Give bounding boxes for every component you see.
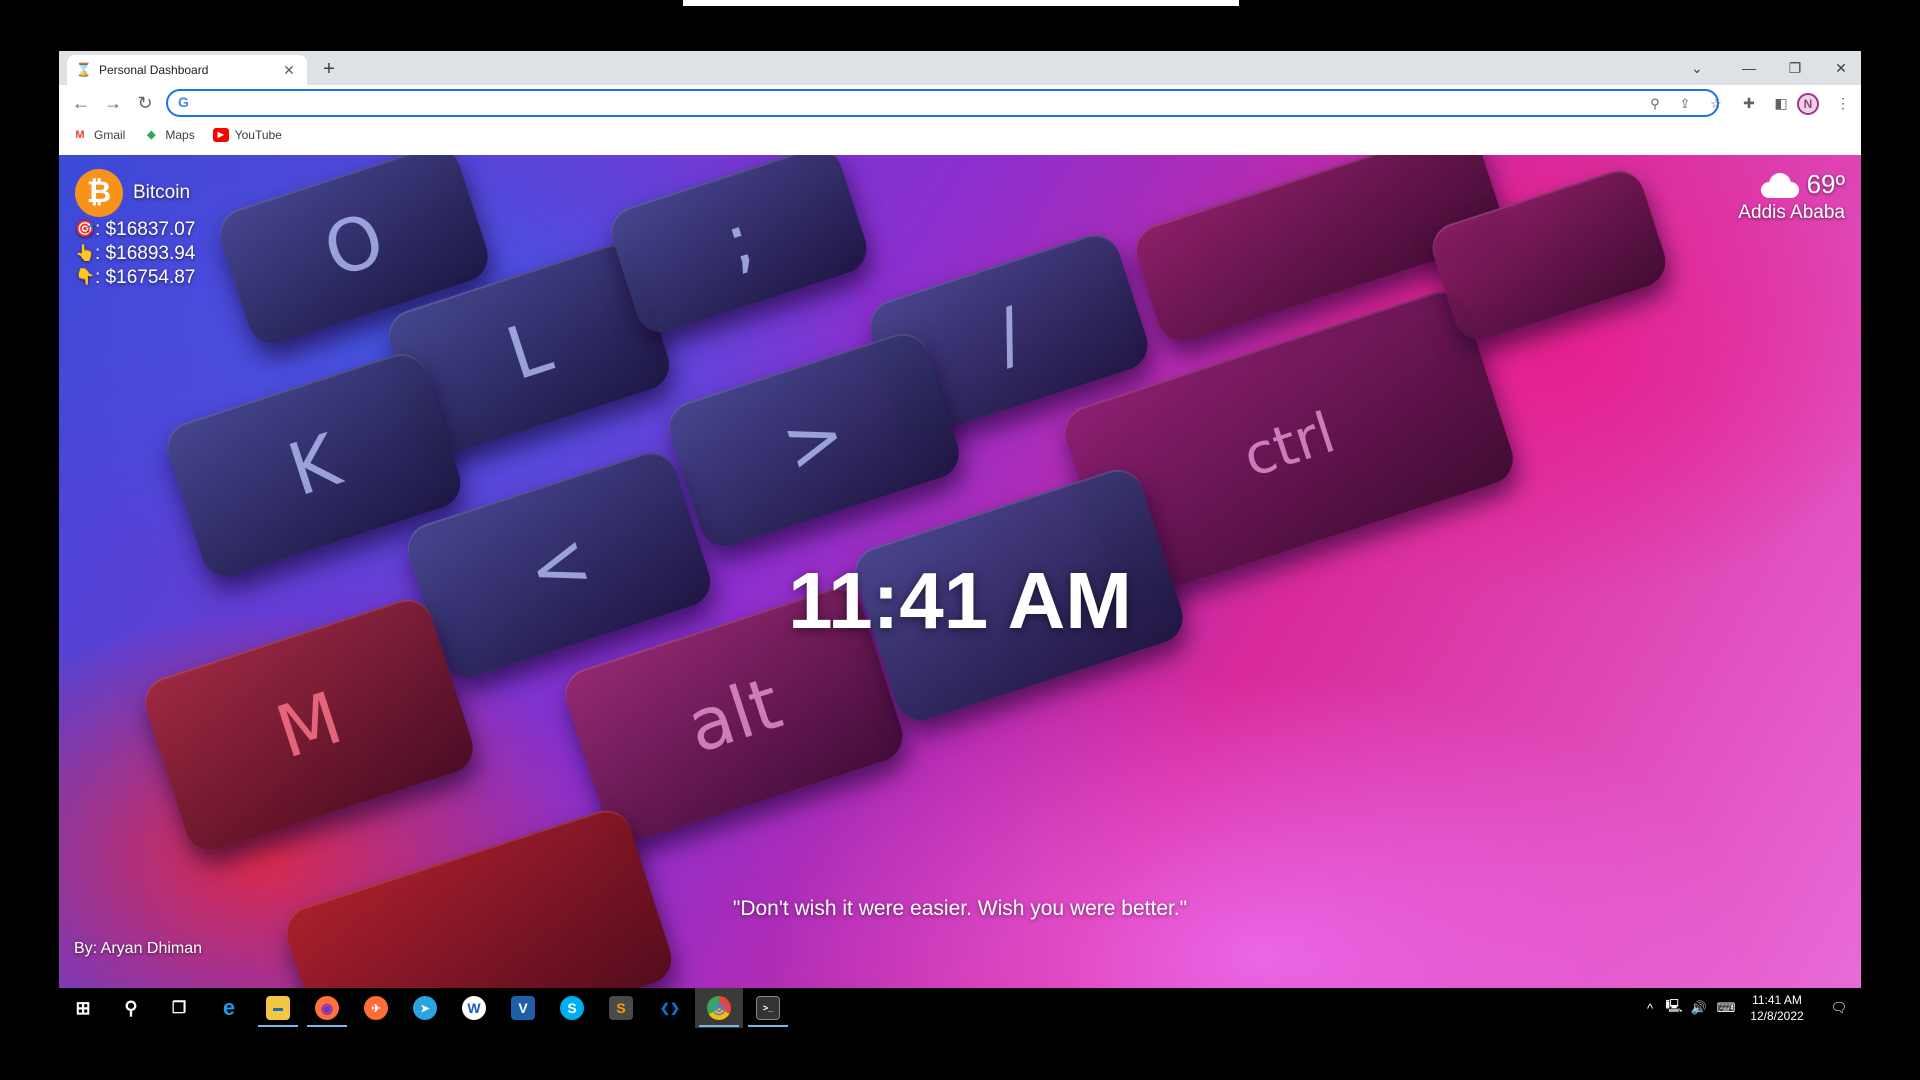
- forward-icon[interactable]: →: [101, 91, 125, 115]
- author-credit: By: Aryan Dhiman: [74, 940, 203, 957]
- windows-icon: ⊞: [75, 997, 91, 1018]
- task-view-button[interactable]: ❐: [155, 988, 203, 1028]
- reload-icon[interactable]: ↻: [133, 91, 157, 115]
- partly-cloudy-icon: [1757, 169, 1803, 200]
- key-space: [279, 803, 679, 988]
- tab-close-icon[interactable]: ✕: [281, 62, 297, 79]
- extensions-icon[interactable]: ✚: [1737, 91, 1761, 115]
- taskbar-time: 11:41 AM: [1752, 993, 1802, 1007]
- bookmark-star-icon[interactable]: ☆: [1706, 94, 1726, 114]
- taskbar-clock[interactable]: 11:41 AM 12/8/2022: [1742, 992, 1812, 1024]
- quote-text: "Don't wish it were easier. Wish you wer…: [732, 897, 1188, 920]
- taskbar-app-terminal[interactable]: >_: [744, 988, 792, 1028]
- temperature: 69º: [1806, 169, 1845, 199]
- taskbar-app-postman[interactable]: ✈: [352, 988, 400, 1028]
- taskbar-app-vscode[interactable]: ❮❯: [646, 988, 694, 1028]
- sublime-icon: S: [609, 996, 633, 1020]
- bookmark-youtube[interactable]: ▶ YouTube: [212, 128, 282, 142]
- terminal-icon: >_: [756, 996, 780, 1020]
- clock-time: 11:41 AM: [788, 556, 1132, 645]
- address-bar[interactable]: G ⚲ ⇪ ☆: [166, 89, 1722, 117]
- youtube-icon: ▶: [212, 128, 229, 142]
- taskbar-app-sublime[interactable]: S: [597, 988, 645, 1028]
- side-panel-icon[interactable]: ◧: [1769, 91, 1793, 115]
- telegram-icon: ➤: [413, 996, 437, 1020]
- tab-personal-dashboard[interactable]: ⌛ Personal Dashboard ✕: [67, 55, 307, 85]
- taskbar-app-skype[interactable]: S: [548, 988, 596, 1028]
- folder-icon: ▬: [266, 996, 290, 1020]
- edge-icon: e: [222, 995, 236, 1020]
- bookmark-gmail[interactable]: M Gmail: [72, 128, 125, 142]
- low-price-row: 👇 : $16754.87: [75, 267, 195, 289]
- menu-icon[interactable]: ⋮: [1831, 91, 1855, 115]
- bookmark-label: Maps: [165, 128, 195, 142]
- current-price: : $16837.07: [95, 219, 196, 240]
- taskbar-app-chrome[interactable]: ◎: [695, 988, 743, 1028]
- task-view-icon: ❐: [171, 1000, 187, 1017]
- taskbar-app-vim[interactable]: V: [499, 988, 547, 1028]
- taskbar-app-firefox[interactable]: ◉: [303, 988, 351, 1028]
- vscode-icon: ❮❯: [659, 1001, 681, 1015]
- close-window-button[interactable]: ✕: [1818, 51, 1861, 85]
- key-period: >: [662, 326, 966, 554]
- high-price-row: 👆 : $16893.94: [75, 243, 195, 265]
- start-button[interactable]: ⊞: [59, 988, 107, 1028]
- pointing-down-icon: 👇: [75, 269, 95, 286]
- pointing-up-icon: 👆: [75, 245, 95, 262]
- address-input[interactable]: [198, 93, 1598, 113]
- key-semicolon: ;: [604, 155, 874, 339]
- bookmark-maps[interactable]: ◆ Maps: [143, 128, 195, 142]
- skype-icon: S: [560, 996, 584, 1020]
- taskbar-date: 12/8/2022: [1750, 1009, 1804, 1023]
- browser-window: ⌛ Personal Dashboard ✕ + ⌄ — ❐ ✕ ← → ↻ G…: [59, 51, 1861, 988]
- minimize-button[interactable]: —: [1726, 51, 1772, 85]
- top-strip: [683, 0, 1239, 6]
- maps-icon: ◆: [147, 129, 156, 141]
- crypto-name: Bitcoin: [133, 182, 191, 203]
- back-icon[interactable]: ←: [69, 91, 93, 115]
- toolbar: ← → ↻ G ⚲ ⇪ ☆ ✚ ◧ N ⋮: [59, 85, 1861, 121]
- search-button[interactable]: ⚲: [107, 988, 155, 1028]
- postman-icon: ✈: [364, 996, 388, 1020]
- notification-icon[interactable]: 🗨: [1827, 988, 1851, 1028]
- taskbar-app-file-explorer[interactable]: ▬: [254, 988, 302, 1028]
- bitcoin-icon: ₿: [75, 169, 123, 217]
- restore-button[interactable]: ❐: [1772, 51, 1818, 85]
- location-icon[interactable]: ⚲: [1645, 94, 1665, 114]
- firefox-icon: ◉: [315, 996, 339, 1020]
- volume-icon[interactable]: 🔊: [1688, 988, 1710, 1028]
- bitcoin-widget: ₿ Bitcoin 🎯 : $16837.07 👆 : $16893.94 👇 …: [75, 169, 195, 289]
- taskbar-app-wps[interactable]: W: [450, 988, 498, 1028]
- city-name: Addis Ababa: [1738, 202, 1845, 223]
- dashboard-page: O L K ; / > < M alt ctrl ₿ Bitcoin 🎯 : $…: [59, 155, 1861, 988]
- taskbar-app-telegram[interactable]: ➤: [401, 988, 449, 1028]
- chrome-icon: ◎: [707, 996, 731, 1020]
- weather-widget: 69º Addis Ababa: [1738, 169, 1845, 224]
- bookmark-label: Gmail: [94, 128, 126, 142]
- tab-strip: ⌛ Personal Dashboard ✕ + ⌄ — ❐ ✕: [59, 51, 1861, 85]
- share-icon[interactable]: ⇪: [1675, 94, 1695, 114]
- vim-icon: V: [511, 996, 535, 1020]
- tab-search-icon[interactable]: ⌄: [1674, 51, 1720, 85]
- bookmark-label: YouTube: [234, 128, 282, 142]
- google-icon: G: [178, 94, 189, 110]
- target-icon: 🎯: [75, 221, 95, 238]
- low-price: : $16754.87: [95, 267, 196, 288]
- profile-avatar[interactable]: N: [1797, 93, 1819, 115]
- network-icon[interactable]: 🖳: [1663, 988, 1685, 1028]
- show-hidden-icons[interactable]: ^: [1641, 988, 1659, 1028]
- bookmarks-bar: M Gmail ◆ Maps ▶ YouTube: [59, 121, 1861, 149]
- taskbar: ⊞ ⚲ ❐ e ▬ ◉ ✈ ➤ W V S S ❮❯ ◎ >_ ^ 🖳 🔊 ⌨: [59, 988, 1861, 1028]
- new-tab-button[interactable]: +: [315, 57, 343, 81]
- high-price: : $16893.94: [95, 243, 196, 264]
- tab-title: Personal Dashboard: [99, 63, 209, 77]
- taskbar-app-edge[interactable]: e: [205, 988, 253, 1028]
- hourglass-icon: ⌛: [75, 62, 93, 77]
- keyboard-icon[interactable]: ⌨: [1714, 988, 1738, 1028]
- gmail-icon: M: [75, 129, 85, 141]
- current-price-row: 🎯 : $16837.07: [75, 219, 195, 241]
- wps-icon: W: [462, 996, 486, 1020]
- search-icon: ⚲: [124, 997, 138, 1018]
